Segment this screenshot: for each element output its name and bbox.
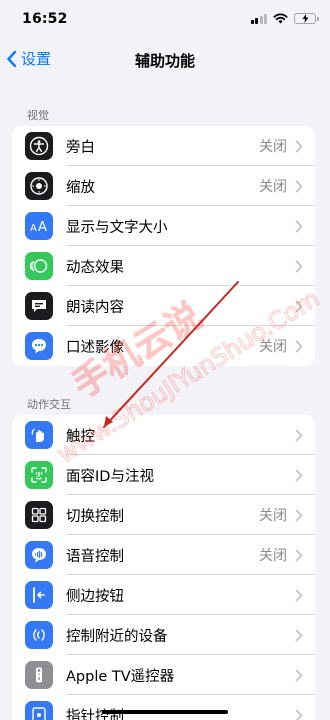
motion-icon [25, 252, 53, 280]
section-header-physical-motor: 动作交互 [27, 398, 71, 411]
status-bar: 16:52 [0, 0, 330, 40]
list-item-voice-control[interactable]: 语音控制 关闭 [12, 535, 315, 575]
chevron-right-icon [295, 340, 303, 352]
switch-control-icon [25, 501, 53, 529]
svg-text:A: A [38, 220, 47, 233]
cellular-signal-icon [250, 13, 267, 24]
list-item-motion[interactable]: 动态效果 [12, 246, 315, 286]
text-size-icon: A A [25, 212, 53, 240]
list-item-touch[interactable]: 触控 [12, 415, 315, 455]
chevron-right-icon [295, 180, 303, 192]
voiceover-value: 关闭 [259, 139, 287, 155]
chevron-right-icon [295, 140, 303, 152]
motion-label: 动态效果 [66, 259, 124, 276]
chevron-right-icon [295, 549, 303, 561]
list-item-control-nearby-devices[interactable]: 控制附近的设备 [12, 615, 315, 655]
list-item-display-text-size[interactable]: A A 显示与文字大小 [12, 206, 315, 246]
svg-text:A: A [30, 223, 37, 233]
home-indicator [102, 710, 228, 714]
navigation-bar: 设置 辅助功能 [0, 42, 330, 76]
list-item-audio-descriptions[interactable]: 口述影像 关闭 [12, 326, 315, 366]
list-item-pointer-control[interactable]: 指针控制 [12, 695, 315, 720]
list-item-voiceover[interactable]: 旁白 关闭 [12, 126, 315, 166]
face-id-icon [25, 461, 53, 489]
spoken-content-label: 朗读内容 [66, 299, 124, 316]
voiceover-icon [25, 132, 53, 160]
wifi-icon [273, 13, 288, 24]
chevron-right-icon [295, 629, 303, 641]
list-item-switch-control[interactable]: 切换控制 关闭 [12, 495, 315, 535]
apple-tv-remote-icon [25, 661, 53, 689]
list-item-spoken-content[interactable]: 朗读内容 [12, 286, 315, 326]
side-button-icon [25, 581, 53, 609]
audio-description-icon [25, 332, 53, 360]
zoom-icon [25, 172, 53, 200]
voice-control-value: 关闭 [259, 548, 287, 564]
battery-icon [294, 13, 319, 24]
chevron-right-icon [295, 669, 303, 681]
pointer-control-icon [25, 701, 53, 720]
zoom-label: 缩放 [66, 179, 95, 196]
chevron-right-icon [295, 709, 303, 720]
face-id-attention-label: 面容ID与注视 [66, 468, 154, 485]
switch-control-label: 切换控制 [66, 508, 124, 525]
status-time: 16:52 [22, 11, 68, 27]
zoom-value: 关闭 [259, 179, 287, 195]
list-item-side-button[interactable]: 侧边按钮 [12, 575, 315, 615]
chevron-right-icon [295, 300, 303, 312]
chevron-right-icon [295, 509, 303, 521]
status-icons [250, 13, 319, 24]
speech-icon [25, 292, 53, 320]
section-header-vision: 视觉 [27, 109, 49, 122]
voice-control-icon [25, 541, 53, 569]
nearby-devices-icon [25, 621, 53, 649]
chevron-right-icon [295, 429, 303, 441]
audio-descriptions-value: 关闭 [259, 339, 287, 355]
touch-icon [25, 421, 53, 449]
voiceover-label: 旁白 [66, 139, 95, 156]
chevron-right-icon [295, 469, 303, 481]
chevron-right-icon [295, 589, 303, 601]
chevron-right-icon [295, 220, 303, 232]
control-nearby-devices-label: 控制附近的设备 [66, 628, 168, 645]
audio-descriptions-label: 口述影像 [66, 339, 124, 356]
list-item-zoom[interactable]: 缩放 关闭 [12, 166, 315, 206]
vision-group: 旁白 关闭 缩放 关闭 A A 显示与文字大小 动态效果 朗读内容 口述影像 关… [12, 126, 315, 366]
chevron-right-icon [295, 260, 303, 272]
voice-control-label: 语音控制 [66, 548, 124, 565]
page-title: 辅助功能 [134, 52, 195, 70]
physical-motor-group: 触控 面容ID与注视 切换控制 关闭 语音控制 关闭 侧边按钮 控制附近的设备 … [12, 415, 315, 720]
list-item-apple-tv-remote[interactable]: Apple TV遥控器 [12, 655, 315, 695]
touch-label: 触控 [66, 428, 95, 445]
list-item-face-id-attention[interactable]: 面容ID与注视 [12, 455, 315, 495]
switch-control-value: 关闭 [259, 508, 287, 524]
side-button-label: 侧边按钮 [66, 588, 124, 605]
display-text-size-label: 显示与文字大小 [66, 219, 168, 236]
apple-tv-remote-label: Apple TV遥控器 [66, 668, 175, 685]
